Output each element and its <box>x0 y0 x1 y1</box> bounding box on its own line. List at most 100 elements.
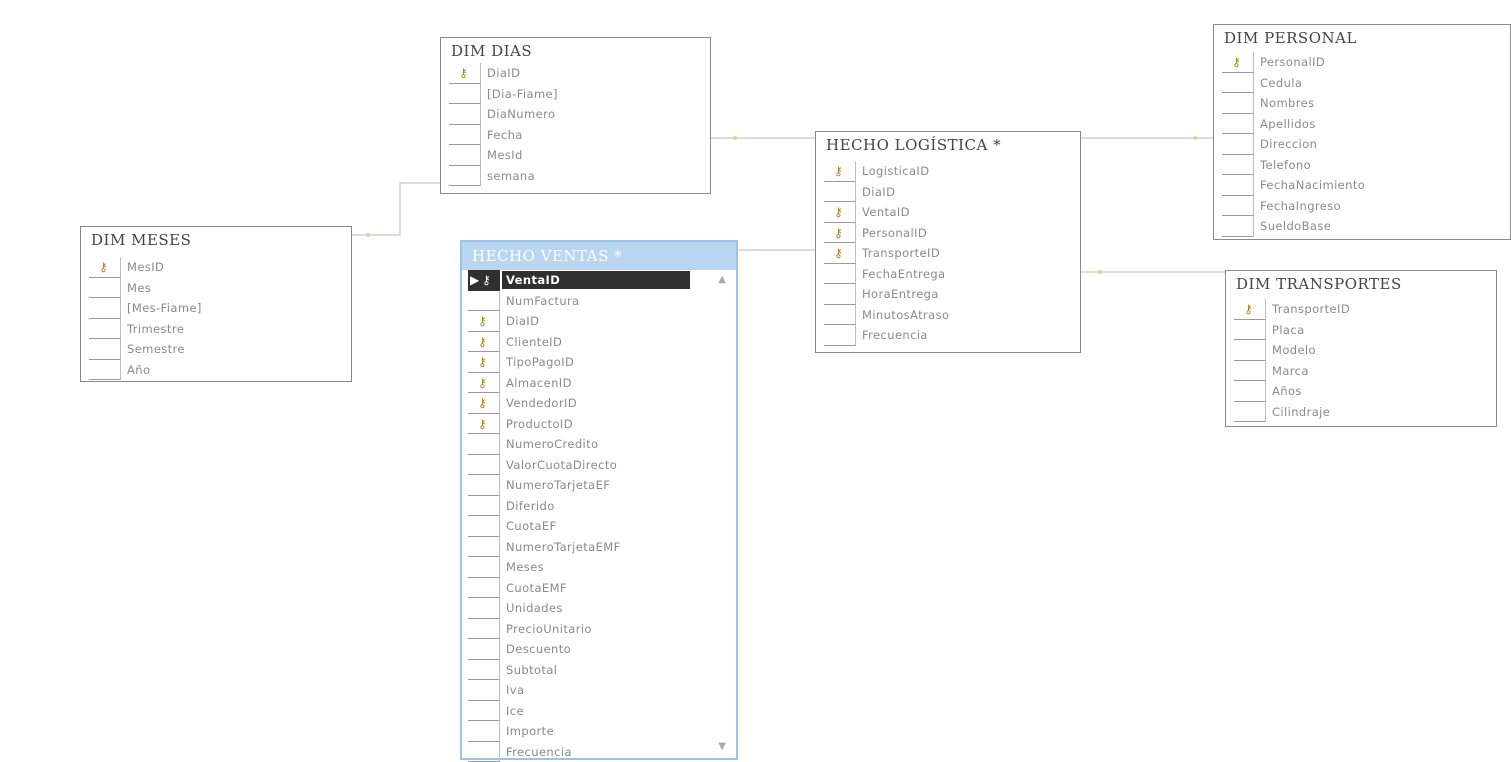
field-row[interactable]: HoraEntrega <box>824 284 1072 305</box>
table-dim-transportes[interactable]: DIM TRANSPORTES ⚷TransporteIDPlacaModelo… <box>1225 270 1497 427</box>
field-row[interactable]: NumeroTarjetaEF <box>468 475 730 496</box>
field-row[interactable]: Unidades <box>468 598 730 619</box>
row-selector[interactable] <box>468 455 500 476</box>
field-row[interactable]: FechaIngreso <box>1222 196 1492 217</box>
row-selector[interactable] <box>468 721 500 742</box>
field-row[interactable]: ⚷ProductoID <box>468 414 730 435</box>
row-selector[interactable] <box>468 578 500 599</box>
field-row[interactable]: PrecioUnitario <box>468 619 730 640</box>
row-selector[interactable] <box>824 284 856 305</box>
row-selector[interactable] <box>1222 196 1254 217</box>
row-selector[interactable] <box>1234 381 1266 402</box>
field-row[interactable]: ⚷DiaID <box>449 63 702 84</box>
field-row[interactable]: ⚷VentaID <box>824 202 1072 223</box>
field-row[interactable]: Apellidos <box>1222 114 1492 135</box>
field-row[interactable]: Mes <box>89 278 343 299</box>
row-selector[interactable] <box>468 496 500 517</box>
row-selector[interactable] <box>468 537 500 558</box>
row-selector[interactable] <box>1234 361 1266 382</box>
field-row[interactable]: MinutosAtraso <box>824 305 1072 326</box>
row-selector[interactable] <box>468 557 500 578</box>
row-selector[interactable] <box>449 145 481 166</box>
field-row[interactable]: Trimestre <box>89 319 343 340</box>
row-selector[interactable] <box>468 701 500 722</box>
table-hecho-ventas[interactable]: HECHO VENTAS * ▲ ▶⚷VentaIDNumFactura⚷Dia… <box>460 240 738 760</box>
row-selector[interactable] <box>468 291 500 312</box>
field-row[interactable]: CuotaEMF <box>468 578 730 599</box>
field-row[interactable]: NumeroCredito <box>468 434 730 455</box>
field-row[interactable]: Semestre <box>89 339 343 360</box>
row-selector[interactable] <box>449 84 481 105</box>
field-row[interactable]: ⚷MesID <box>89 257 343 278</box>
scroll-down-icon[interactable]: ▼ <box>718 741 726 752</box>
row-selector[interactable] <box>468 619 500 640</box>
row-selector[interactable] <box>824 305 856 326</box>
field-row[interactable]: Iva <box>468 680 730 701</box>
field-row[interactable]: DiaID <box>824 182 1072 203</box>
field-row[interactable]: Nombres <box>1222 93 1492 114</box>
field-row[interactable]: Años <box>1234 381 1488 402</box>
field-row[interactable]: Subtotal <box>468 660 730 681</box>
field-row[interactable]: MesId <box>449 145 702 166</box>
row-selector[interactable] <box>89 278 121 299</box>
row-selector[interactable] <box>824 325 856 346</box>
field-row[interactable]: ⚷TransporteID <box>824 243 1072 264</box>
field-row[interactable]: [Mes-Fiame] <box>89 298 343 319</box>
field-row[interactable]: ▶⚷VentaID <box>468 270 730 291</box>
row-selector[interactable] <box>468 742 500 762</box>
field-row[interactable]: Marca <box>1234 361 1488 382</box>
field-row[interactable]: Frecuencia <box>824 325 1072 346</box>
field-row[interactable]: FechaEntrega <box>824 264 1072 285</box>
field-row[interactable]: ⚷VendedorID <box>468 393 730 414</box>
table-dim-meses[interactable]: DIM MESES ⚷MesIDMes[Mes-Fiame]TrimestreS… <box>80 226 352 382</box>
field-row[interactable]: DiaNumero <box>449 104 702 125</box>
row-selector[interactable] <box>89 298 121 319</box>
row-selector[interactable] <box>824 182 856 203</box>
field-row[interactable]: NumFactura <box>468 291 730 312</box>
field-row[interactable]: Ice <box>468 701 730 722</box>
table-dim-dias[interactable]: DIM DIAS ⚷DiaID[Dia-Fiame]DiaNumeroFecha… <box>440 37 711 194</box>
field-row[interactable]: NumeroTarjetaEMF <box>468 537 730 558</box>
field-row[interactable]: [Dia-Fiame] <box>449 84 702 105</box>
row-selector[interactable] <box>1234 402 1266 423</box>
field-row[interactable]: semana <box>449 166 702 187</box>
row-selector[interactable] <box>468 639 500 660</box>
row-selector[interactable] <box>1222 134 1254 155</box>
row-selector[interactable] <box>1222 73 1254 94</box>
row-selector[interactable] <box>89 339 121 360</box>
row-selector[interactable] <box>1222 114 1254 135</box>
field-row[interactable]: Importe <box>468 721 730 742</box>
field-row[interactable]: Año <box>89 360 343 381</box>
field-row[interactable]: ⚷AlmacenID <box>468 373 730 394</box>
field-row[interactable]: ⚷ClienteID <box>468 332 730 353</box>
row-selector[interactable] <box>468 434 500 455</box>
field-row[interactable]: ⚷DiaID <box>468 311 730 332</box>
row-selector[interactable] <box>468 680 500 701</box>
field-row[interactable]: FechaNacimiento <box>1222 175 1492 196</box>
row-selector[interactable] <box>468 660 500 681</box>
field-row[interactable]: Meses <box>468 557 730 578</box>
row-selector[interactable] <box>1222 93 1254 114</box>
row-selector[interactable] <box>89 360 121 381</box>
field-row[interactable]: SueldoBase <box>1222 216 1492 237</box>
row-selector[interactable] <box>1222 175 1254 196</box>
field-row[interactable]: Descuento <box>468 639 730 660</box>
table-hecho-logistica[interactable]: HECHO LOGÍSTICA * ⚷LogisticaIDDiaID⚷Vent… <box>815 131 1081 353</box>
row-selector[interactable] <box>449 104 481 125</box>
row-selector[interactable] <box>824 264 856 285</box>
field-row[interactable]: ⚷TipoPagoID <box>468 352 730 373</box>
field-row[interactable]: Telefono <box>1222 155 1492 176</box>
field-row[interactable]: ⚷PersonalID <box>824 223 1072 244</box>
field-row[interactable]: Diferido <box>468 496 730 517</box>
field-row[interactable]: ⚷TransporteID <box>1234 299 1488 320</box>
row-selector[interactable] <box>89 319 121 340</box>
row-selector[interactable] <box>449 166 481 187</box>
field-row[interactable]: Cedula <box>1222 73 1492 94</box>
field-row[interactable]: ValorCuotaDirecto <box>468 455 730 476</box>
row-selector[interactable] <box>449 125 481 146</box>
field-row[interactable]: Cilindraje <box>1234 402 1488 423</box>
table-dim-personal[interactable]: DIM PERSONAL ⚷PersonalIDCedulaNombresApe… <box>1213 24 1511 240</box>
field-row[interactable]: Frecuencia <box>468 742 730 762</box>
field-row[interactable]: CuotaEF <box>468 516 730 537</box>
field-row[interactable]: Placa <box>1234 320 1488 341</box>
